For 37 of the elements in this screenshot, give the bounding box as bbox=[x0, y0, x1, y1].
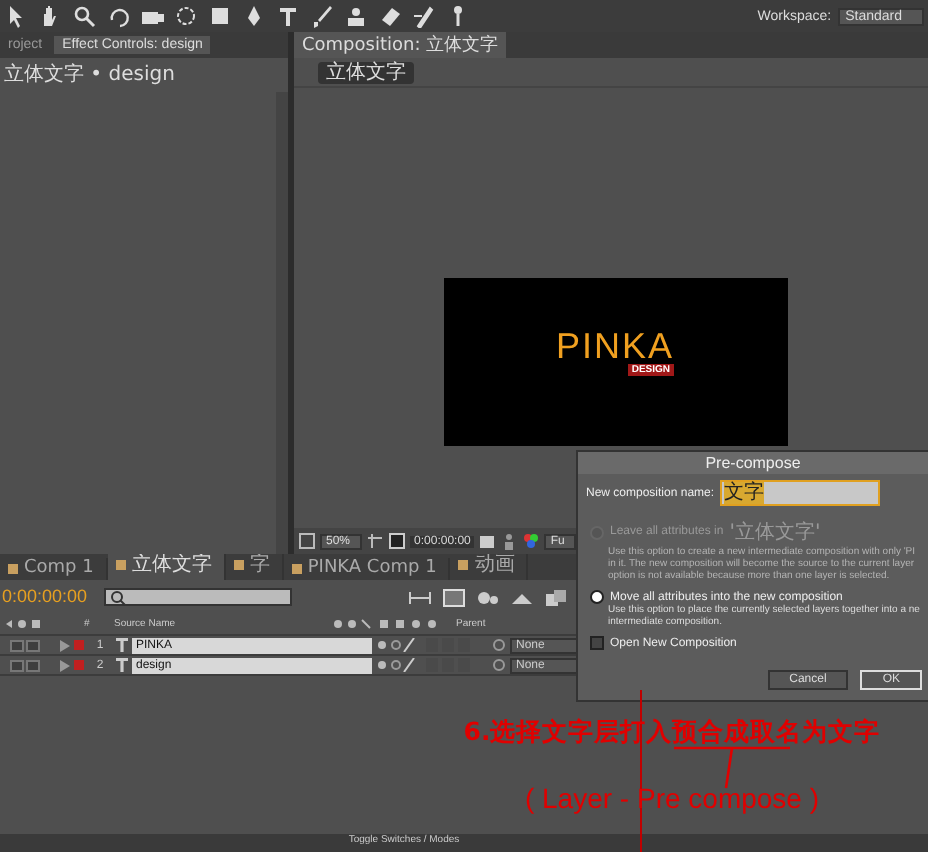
draft-3d-icon[interactable] bbox=[475, 587, 500, 607]
leader-line bbox=[672, 746, 792, 790]
radio-button[interactable] bbox=[590, 590, 604, 604]
search-field[interactable] bbox=[103, 588, 292, 606]
timecode[interactable]: 0:00:00:00 bbox=[2, 586, 88, 608]
rectangle-icon[interactable] bbox=[208, 4, 232, 28]
timeline-tab[interactable]: PINKA Comp 1 bbox=[283, 558, 451, 580]
live-update-icon[interactable] bbox=[441, 587, 466, 607]
person-icon[interactable] bbox=[500, 532, 519, 550]
magnifier-icon[interactable] bbox=[72, 4, 96, 28]
camera-icon[interactable] bbox=[478, 532, 497, 550]
panel-tab[interactable]: Composition: 立体文字 bbox=[294, 32, 507, 58]
work-area-icon[interactable] bbox=[407, 587, 432, 607]
checkbox[interactable] bbox=[590, 636, 604, 650]
text-tool-icon[interactable] bbox=[276, 4, 300, 28]
roto-brush-icon[interactable] bbox=[412, 4, 436, 28]
label-color-swatch[interactable] bbox=[74, 640, 84, 650]
dialog-title: Pre-compose bbox=[578, 452, 928, 474]
rotate-icon[interactable] bbox=[106, 4, 130, 28]
composition-name-field[interactable]: 文字 bbox=[720, 480, 881, 506]
label-color-swatch[interactable] bbox=[74, 660, 84, 670]
pen-icon[interactable] bbox=[242, 4, 266, 28]
color-channels-icon[interactable] bbox=[522, 532, 541, 550]
composition-button[interactable]: 立体文字 bbox=[318, 61, 414, 83]
option-composition-name: '立体文字' bbox=[729, 519, 821, 546]
frame-blending-icon[interactable] bbox=[543, 587, 568, 607]
selection-arrow-icon[interactable] bbox=[4, 4, 28, 28]
region-icon[interactable] bbox=[298, 532, 316, 550]
eraser-icon[interactable] bbox=[378, 4, 402, 28]
hand-icon[interactable] bbox=[38, 4, 62, 28]
timeline-tab[interactable]: 动画 bbox=[450, 554, 529, 580]
breadcrumb: 立体文字 • design bbox=[2, 61, 177, 90]
stamp-icon[interactable] bbox=[344, 4, 368, 28]
scrollbar[interactable] bbox=[276, 92, 288, 554]
brush-icon[interactable] bbox=[310, 4, 334, 28]
logo-text: PINKA bbox=[555, 328, 675, 364]
search-icon bbox=[109, 589, 126, 605]
